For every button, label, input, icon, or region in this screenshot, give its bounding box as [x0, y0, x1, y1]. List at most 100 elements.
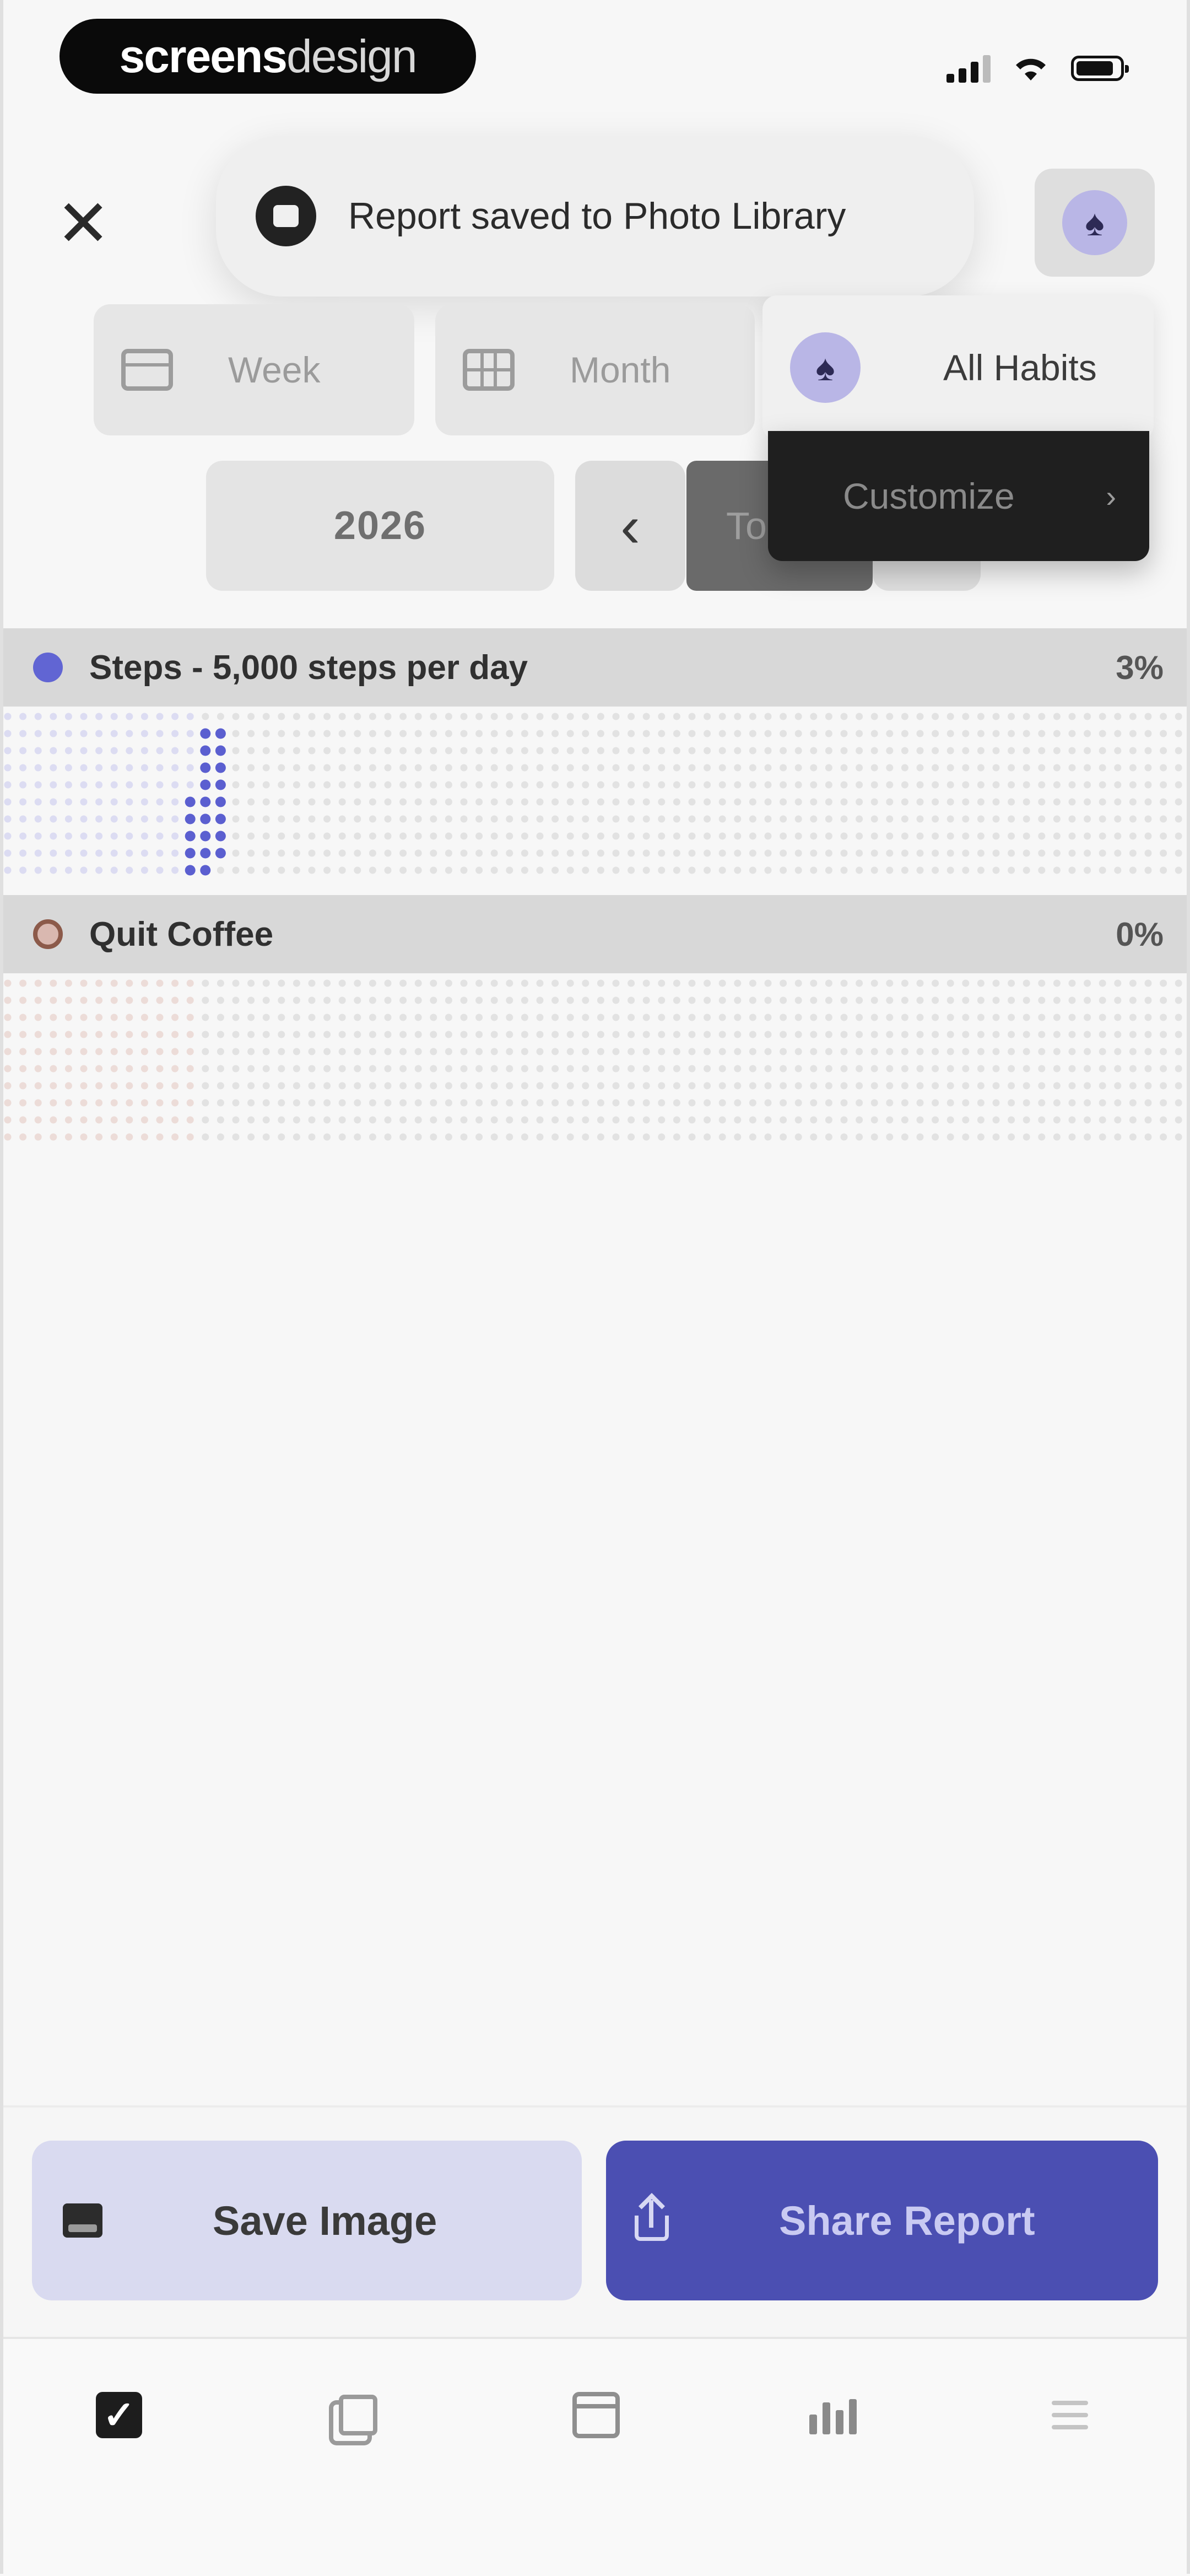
day-dot	[1023, 764, 1030, 772]
tab-stats[interactable]	[800, 2382, 866, 2448]
day-dot	[673, 1048, 680, 1055]
day-dot	[490, 996, 498, 1004]
month-tab[interactable]: Month	[435, 304, 755, 435]
day-dot	[1144, 781, 1152, 789]
day-dot	[840, 798, 848, 806]
day-dot	[1099, 747, 1106, 755]
previous-period-button[interactable]: ‹	[575, 461, 685, 591]
day-dot	[1038, 849, 1046, 857]
day-dot	[506, 1048, 513, 1055]
day-dot	[445, 815, 452, 823]
day-dot	[658, 1133, 666, 1141]
day-dot	[140, 1065, 148, 1073]
day-dot	[749, 713, 756, 720]
day-dot	[354, 781, 361, 789]
close-button[interactable]: ✕	[53, 187, 113, 260]
day-dot	[506, 1031, 513, 1038]
day-dot	[840, 996, 848, 1004]
day-dot	[597, 979, 604, 987]
day-dot	[430, 1065, 437, 1073]
day-dot	[1084, 979, 1091, 987]
day-dot	[901, 815, 908, 823]
day-dot	[840, 866, 848, 874]
day-dot	[612, 1082, 620, 1090]
day-dot	[1099, 798, 1106, 806]
day-dot	[1023, 815, 1030, 823]
day-dot	[536, 979, 544, 987]
day-dot	[399, 781, 407, 789]
day-dot	[825, 832, 832, 840]
day-dot	[642, 1116, 650, 1124]
day-dot	[825, 849, 832, 857]
day-dot	[566, 764, 574, 772]
day-dot	[1084, 1082, 1091, 1090]
all-habits-filter[interactable]: ♠ All Habits	[762, 295, 1154, 440]
day-dot	[1160, 996, 1167, 1004]
day-dot	[992, 1048, 1000, 1055]
day-dot	[460, 815, 468, 823]
day-dot	[232, 979, 240, 987]
day-dot	[50, 1014, 57, 1021]
day-dot	[886, 979, 894, 987]
tab-habits[interactable]: ✓	[86, 2382, 152, 2448]
day-dot	[338, 1048, 346, 1055]
tab-journal[interactable]	[325, 2382, 391, 2448]
day-dot	[262, 747, 270, 755]
day-dot	[1038, 832, 1046, 840]
day-dot	[1175, 866, 1182, 874]
day-dot	[764, 1082, 772, 1090]
year-selector[interactable]: 2026	[206, 461, 554, 591]
profile-button[interactable]: ♠	[1035, 169, 1155, 277]
day-dot	[688, 1099, 696, 1107]
day-dot	[506, 849, 513, 857]
day-dot	[1053, 781, 1061, 789]
tab-settings[interactable]	[1037, 2382, 1103, 2448]
completed-day-dot	[215, 796, 226, 807]
day-dot	[1084, 1133, 1091, 1141]
share-report-button[interactable]: Share Report	[606, 2141, 1158, 2300]
day-dot	[673, 781, 680, 789]
day-dot	[825, 815, 832, 823]
day-dot	[80, 1099, 88, 1107]
week-tab[interactable]: Week	[94, 304, 414, 435]
day-dot	[278, 713, 285, 720]
day-dot	[95, 1065, 103, 1073]
day-dot	[4, 764, 12, 772]
completed-day-dot	[215, 728, 226, 739]
day-dot	[323, 781, 331, 789]
day-dot	[19, 1133, 27, 1141]
day-dot	[126, 866, 133, 874]
day-dot	[794, 781, 802, 789]
day-dot	[232, 1048, 240, 1055]
day-dot	[1038, 1048, 1046, 1055]
day-dot	[628, 996, 635, 1004]
day-dot	[414, 1014, 422, 1021]
day-dot	[1160, 713, 1167, 720]
day-dot	[932, 815, 939, 823]
day-dot	[962, 1082, 970, 1090]
day-dot	[19, 747, 27, 755]
day-dot	[825, 1014, 832, 1021]
menu-item-customize[interactable]: Customize	[843, 475, 1106, 517]
day-dot	[825, 764, 832, 772]
day-dot	[308, 832, 316, 840]
day-dot	[536, 1031, 544, 1038]
habit-header-steps[interactable]: Steps - 5,000 steps per day 3%	[0, 628, 1190, 707]
day-dot	[1084, 747, 1091, 755]
day-dot	[840, 1048, 848, 1055]
day-dot	[612, 1116, 620, 1124]
day-dot	[1084, 866, 1091, 874]
habit-header-quit-coffee[interactable]: Quit Coffee 0%	[0, 895, 1190, 973]
day-dot	[506, 979, 513, 987]
day-dot	[840, 1031, 848, 1038]
day-dot	[628, 1031, 635, 1038]
save-image-button[interactable]: Save Image	[32, 2141, 582, 2300]
day-dot	[704, 1082, 711, 1090]
day-dot	[1053, 815, 1061, 823]
day-dot	[780, 979, 787, 987]
day-dot	[810, 1116, 818, 1124]
day-dot	[901, 713, 908, 720]
day-dot	[870, 1082, 878, 1090]
tab-calendar[interactable]	[563, 2382, 629, 2448]
day-dot	[50, 798, 57, 806]
